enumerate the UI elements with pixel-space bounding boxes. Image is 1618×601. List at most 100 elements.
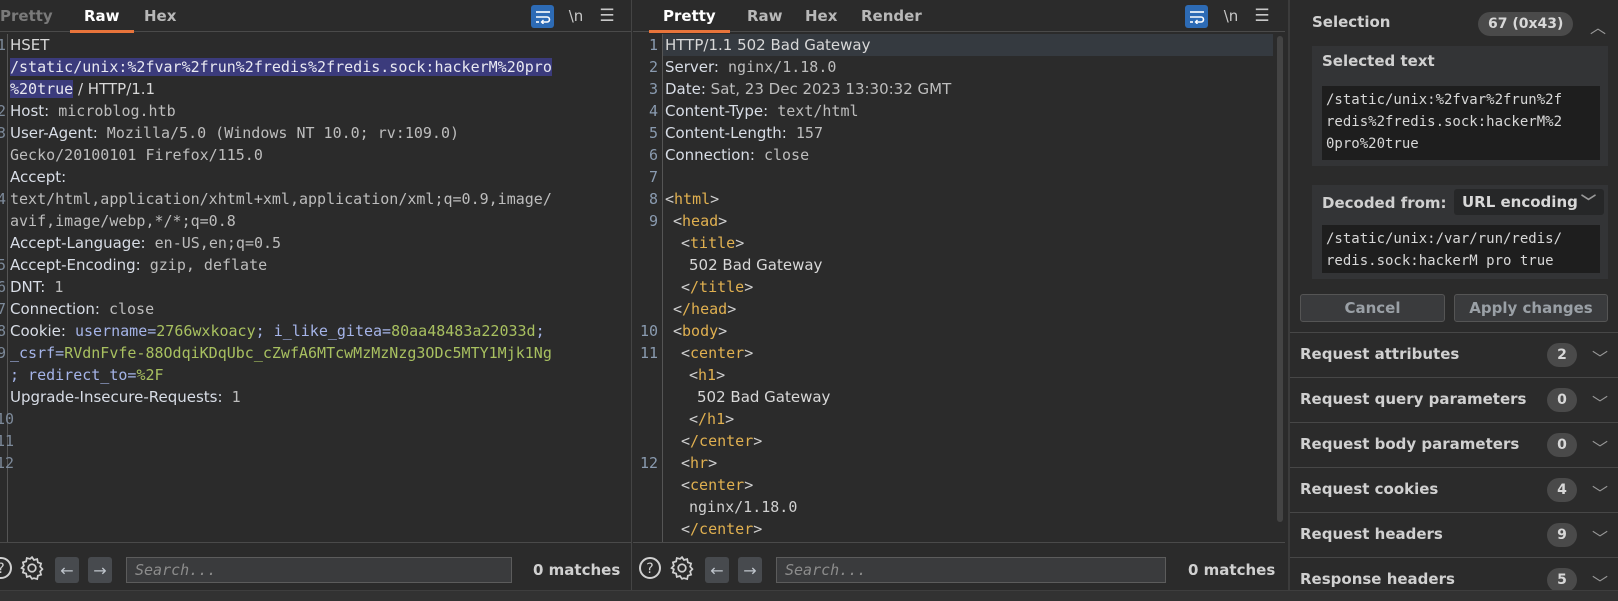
html-tag: h1	[698, 366, 717, 384]
response-tab-raw[interactable]: Raw	[733, 0, 797, 32]
html-tag-line: <body>	[673, 322, 728, 340]
request-editor[interactable]: 1 2 3 4 5 6 7 8 9 10 11 12 HSET /static/…	[0, 34, 631, 542]
accordion-count-badge: 5	[1547, 568, 1577, 590]
header-name: DNT:	[10, 278, 46, 296]
html-tag: center	[690, 344, 745, 362]
line-number: 7	[648, 168, 658, 186]
header-value: microblog.htb	[49, 102, 176, 120]
response-line-gutter: 1 2 3 4 5 6 7 8 9 10 11 12 13	[633, 34, 663, 560]
request-method-line: HSET	[10, 34, 49, 56]
request-tabbar: Pretty Raw Hex \n ☰	[0, 0, 631, 33]
request-tab-raw[interactable]: Raw	[70, 0, 134, 33]
html-tag-line: <center>	[681, 344, 754, 362]
cancel-button[interactable]: Cancel	[1300, 294, 1445, 322]
header-name: User-Agent:	[10, 124, 98, 142]
word-wrap-toggle-button[interactable]	[1185, 5, 1208, 28]
inspector-panel: Selection 67 (0x43) ︿ Selected text /sta…	[1288, 0, 1618, 590]
selection-title: Selection	[1312, 13, 1391, 31]
selected-path-text[interactable]: /static/unix:%2fvar%2frun%2fredis%2fredi…	[10, 58, 552, 76]
response-tab-render[interactable]: Render	[847, 0, 936, 32]
header-name: Cookie:	[10, 322, 66, 340]
decoded-box: Decoded from: URL encoding ﹀ /static/unix…	[1312, 185, 1608, 279]
accordion-request-cookies[interactable]: Request cookies 4 ﹀	[1290, 467, 1618, 512]
arrow-right-icon: →	[743, 560, 757, 580]
arrow-left-icon: ←	[710, 560, 724, 580]
request-tab-hex[interactable]: Hex	[130, 0, 190, 32]
apply-changes-button[interactable]: Apply changes	[1454, 294, 1608, 322]
cookie-value: RVdnFvfe-88OdqiKDqUbc_cZwfA6MTcwMzMzNzg3…	[64, 344, 552, 362]
accordion-request-query-parameters[interactable]: Request query parameters 0 ﹀	[1290, 377, 1618, 422]
chevron-down-icon: ﹀	[1592, 439, 1609, 458]
settings-gear-icon[interactable]	[669, 555, 695, 581]
header-value: Mozilla/5.0 (Windows NT 10.0; rv:109.0)	[97, 124, 460, 142]
accordion-count-badge: 0	[1547, 388, 1577, 412]
header-value: en-US,en;q=0.5	[145, 234, 282, 252]
selection-section-header[interactable]: Selection 67 (0x43) ︿	[1302, 8, 1618, 40]
cookie-value: 2766wxkoacy	[156, 322, 256, 340]
html-tag-line: </title>	[681, 278, 754, 296]
header-line-accept-language: Accept-Language: en-US,en;q=0.5	[10, 232, 281, 254]
http-method: HSET	[10, 36, 50, 54]
decoding-type-dropdown[interactable]: URL encoding ﹀	[1454, 189, 1604, 215]
html-tag: /title	[690, 278, 745, 296]
accordion-request-body-parameters[interactable]: Request body parameters 0 ﹀	[1290, 422, 1618, 467]
accordion-request-headers[interactable]: Request headers 9 ﹀	[1290, 512, 1618, 557]
help-icon[interactable]: ?	[0, 555, 14, 581]
response-tab-hex[interactable]: Hex	[791, 0, 851, 32]
selected-path-text-cont[interactable]: %20true	[10, 80, 74, 98]
accordion-request-attributes[interactable]: Request attributes 2 ﹀	[1290, 332, 1618, 377]
header-name: Accept-Language:	[10, 234, 146, 252]
word-wrap-toggle-button[interactable]	[531, 5, 554, 28]
response-header-line: Server: nginx/1.18.0	[665, 56, 836, 78]
search-previous-button[interactable]: ←	[55, 557, 79, 583]
cookie-name: i_like_gitea=	[273, 322, 392, 340]
header-value: gzip, deflate	[140, 256, 268, 274]
cookie-value: 80aa48483a22033d	[391, 322, 536, 340]
html-tag: /head	[682, 300, 728, 318]
search-previous-button[interactable]: ←	[705, 557, 729, 583]
line-number: 4	[0, 188, 6, 210]
response-tab-pretty[interactable]: Pretty	[649, 0, 730, 33]
request-tab-pretty[interactable]: Pretty	[0, 0, 67, 32]
cookie-value: %2F	[136, 366, 164, 384]
svg-text:?: ?	[646, 561, 653, 577]
chevron-up-icon[interactable]: ︿	[1590, 14, 1606, 37]
response-search-input[interactable]	[776, 557, 1166, 583]
html-text: 502 Bad Gateway	[697, 388, 831, 406]
settings-gear-icon[interactable]	[19, 555, 45, 581]
status-line: HTTP/1.1 502 Bad Gateway	[665, 36, 871, 54]
line-number: 8	[0, 320, 6, 342]
accordion-label: Request query parameters	[1300, 390, 1527, 408]
search-next-button[interactable]: →	[88, 557, 112, 583]
html-tag: center	[690, 476, 745, 494]
dropdown-value: URL encoding	[1462, 193, 1578, 211]
hamburger-menu-icon[interactable]: ☰	[1253, 5, 1271, 27]
response-vertical-scrollbar[interactable]	[1277, 36, 1283, 522]
search-next-button[interactable]: →	[738, 557, 762, 583]
response-editor[interactable]: 1 2 3 4 5 6 7 8 9 10 11 12 13 HTTP/1.1 5…	[633, 34, 1285, 560]
request-search-input[interactable]	[126, 557, 512, 583]
html-tag-line: </center>	[681, 520, 763, 538]
show-newlines-button[interactable]: \n	[566, 5, 586, 27]
header-line-accept-cont2: avif,image/webp,*/*;q=0.8	[10, 210, 236, 232]
help-icon[interactable]: ?	[637, 555, 663, 581]
arrow-left-icon: ←	[60, 560, 74, 580]
chevron-down-icon: ﹀	[1592, 484, 1609, 503]
line-number: 8	[648, 190, 658, 208]
header-value: Gecko/20100101 Firefox/115.0	[10, 146, 263, 164]
selection-length-badge: 67 (0x43)	[1478, 12, 1574, 36]
html-tag-line: <title>	[681, 234, 745, 252]
accordion-response-headers[interactable]: Response headers 5 ﹀	[1290, 557, 1618, 590]
response-header-line: Content-Length: 157	[665, 122, 823, 144]
selected-text-value[interactable]: /static/unix:%2fvar%2frun%2f redis%2fred…	[1322, 86, 1600, 160]
svg-text:?: ?	[0, 561, 5, 577]
html-text: nginx/1.18.0	[689, 498, 798, 516]
header-line-cookie-cont2: ; redirect_to=%2F	[10, 364, 164, 386]
hamburger-menu-icon[interactable]: ☰	[598, 5, 616, 27]
header-name: Server:	[665, 58, 719, 76]
header-value: avif,image/webp,*/*;q=0.8	[10, 212, 236, 230]
show-newlines-button[interactable]: \n	[1221, 5, 1241, 27]
header-line-user-agent-cont: Gecko/20100101 Firefox/115.0	[10, 144, 263, 166]
line-number: 9	[0, 342, 6, 364]
decoded-text-value[interactable]: /static/unix:/var/run/redis/ redis.sock:…	[1322, 225, 1600, 273]
